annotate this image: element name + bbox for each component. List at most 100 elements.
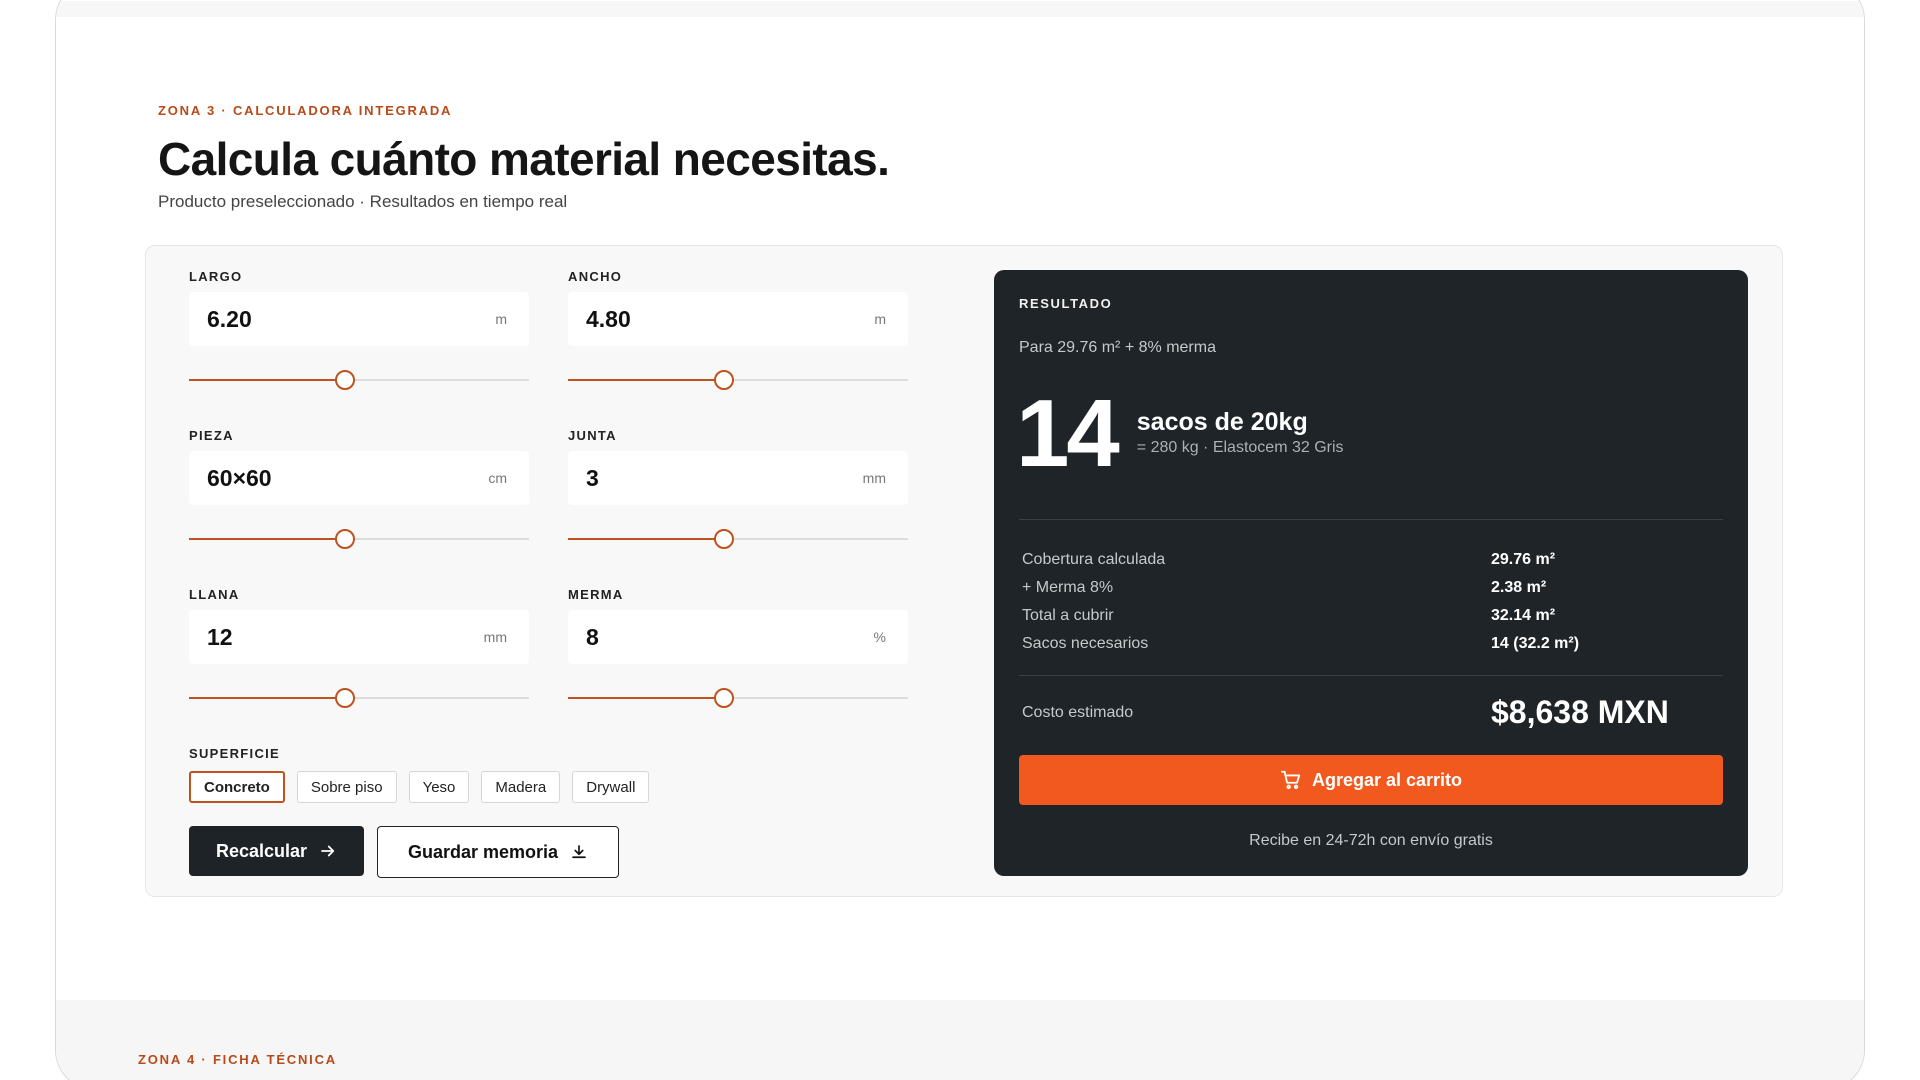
slider-fill	[568, 379, 725, 381]
slider-thumb[interactable]	[335, 529, 356, 549]
field-unit: m	[874, 311, 886, 327]
surface-chip-yeso[interactable]: Yeso	[408, 771, 470, 803]
calculator-card: LARGO 6.20 m ANCHO 4.80 m PIEZA 60×60 cm…	[145, 245, 1783, 897]
page-title: Calcula cuánto material necesitas.	[158, 133, 890, 185]
junta-slider[interactable]	[568, 528, 908, 550]
field-unit: %	[873, 629, 886, 645]
estimated-cost: Costo estimado $8,638 MXN	[1022, 694, 1723, 731]
surface-chip-drywall[interactable]: Drywall	[572, 771, 650, 803]
result-quantity: 14 sacos de 20kg = 280 kg · Elastocem 32…	[1016, 386, 1344, 482]
field-label: MERMA	[568, 587, 624, 602]
add-to-cart-button[interactable]: Agregar al carrito	[1019, 755, 1723, 805]
result-detail: = 280 kg · Elastocem 32 Gris	[1136, 439, 1344, 456]
slider-fill	[568, 538, 725, 540]
ancho-input[interactable]: 4.80 m	[568, 292, 908, 346]
field-pieza: PIEZA 60×60 cm	[189, 428, 529, 550]
download-icon	[572, 845, 586, 859]
slider-thumb[interactable]	[714, 688, 735, 708]
field-unit: mm	[862, 470, 886, 486]
page-subtitle: Producto preseleccionado · Resultados en…	[158, 192, 568, 211]
slider-thumb[interactable]	[335, 688, 356, 708]
result-divider	[1019, 675, 1723, 676]
ancho-slider[interactable]	[568, 369, 908, 391]
field-value: 60×60	[207, 464, 272, 491]
surface-chip-sobre-piso[interactable]: Sobre piso	[296, 771, 397, 803]
largo-slider[interactable]	[189, 369, 529, 391]
field-unit: mm	[483, 629, 507, 645]
llana-input[interactable]: 12 mm	[189, 610, 529, 664]
section-eyebrow: ZONA 3 · CALCULADORA INTEGRADA	[158, 103, 453, 118]
slider-thumb[interactable]	[714, 370, 735, 390]
slider-fill	[189, 379, 346, 381]
zone4-eyebrow: ZONA 4 · FICHA TÉCNICA	[138, 1052, 337, 1067]
result-number: 14	[1016, 380, 1120, 487]
zone4-band	[56, 1000, 1864, 1080]
llana-slider[interactable]	[189, 687, 529, 709]
zone3-header: ZONA 3 · CALCULADORA INTEGRADA Calcula c…	[158, 103, 890, 212]
recalculate-label: Recalcular	[215, 840, 308, 861]
breakdown-row: Sacos necesarios 14 (32.2 m²)	[1022, 630, 1723, 658]
breakdown-key: Sacos necesarios	[1022, 635, 1149, 652]
breakdown-key: Total a cubrir	[1022, 607, 1114, 624]
result-unit-block: sacos de 20kg = 280 kg · Elastocem 32 Gr…	[1137, 408, 1344, 457]
field-label: ANCHO	[568, 269, 623, 284]
slider-thumb[interactable]	[714, 529, 735, 549]
arrow-right-icon	[321, 845, 335, 857]
breakdown-row: + Merma 8% 2.38 m²	[1022, 574, 1723, 602]
surface-selector: SUPERFICIE Concreto Sobre piso Yeso Made…	[189, 746, 650, 803]
slider-fill	[189, 538, 346, 540]
breakdown-row: Total a cubrir 32.14 m²	[1022, 602, 1723, 630]
breakdown-value: 32.14 m²	[1491, 607, 1556, 624]
result-basis: Para 29.76 m² + 8% merma	[1019, 339, 1216, 356]
breakdown-value: 2.38 m²	[1491, 579, 1547, 596]
surface-options: Concreto Sobre piso Yeso Madera Drywall	[189, 771, 650, 803]
field-ancho: ANCHO 4.80 m	[568, 269, 908, 391]
top-band	[56, 1, 1864, 17]
field-value: 6.20	[207, 305, 252, 332]
result-breakdown: Cobertura calculada 29.76 m² + Merma 8% …	[1022, 546, 1723, 658]
merma-slider[interactable]	[568, 687, 908, 709]
cart-icon	[1280, 770, 1301, 790]
slider-fill	[568, 697, 725, 699]
merma-input[interactable]: 8 %	[568, 610, 908, 664]
shipping-note: Recibe en 24-72h con envío gratis	[1249, 832, 1493, 849]
breakdown-key: Cobertura calculada	[1022, 551, 1166, 568]
result-unit: sacos de 20kg	[1136, 408, 1308, 436]
breakdown-value: 14 (32.2 m²)	[1491, 635, 1580, 652]
cost-label: Costo estimado	[1022, 703, 1134, 721]
result-divider	[1019, 519, 1723, 520]
field-unit: cm	[488, 470, 507, 486]
result-panel: RESULTADO Para 29.76 m² + 8% merma 14 sa…	[994, 270, 1748, 876]
slider-thumb[interactable]	[335, 370, 356, 390]
breakdown-value: 29.76 m²	[1491, 551, 1556, 568]
field-label: JUNTA	[568, 428, 617, 443]
cost-value: $8,638 MXN	[1491, 694, 1669, 730]
calculator-actions: Recalcular Guardar memoria	[189, 826, 619, 878]
add-to-cart-label: Agregar al carrito	[1311, 769, 1463, 790]
field-value: 4.80	[586, 305, 631, 332]
junta-input[interactable]: 3 mm	[568, 451, 908, 505]
page-frame: ZONA 3 · CALCULADORA INTEGRADA Calcula c…	[55, 0, 1865, 1080]
largo-input[interactable]: 6.20 m	[189, 292, 529, 346]
recalculate-button[interactable]: Recalcular	[189, 826, 364, 876]
save-memory-label: Guardar memoria	[407, 841, 559, 862]
pieza-input[interactable]: 60×60 cm	[189, 451, 529, 505]
field-merma: MERMA 8 %	[568, 587, 908, 709]
result-eyebrow: RESULTADO	[1019, 296, 1113, 311]
breakdown-row: Cobertura calculada 29.76 m²	[1022, 546, 1723, 574]
field-junta: JUNTA 3 mm	[568, 428, 908, 550]
field-label: LARGO	[189, 269, 243, 284]
field-value: 3	[586, 464, 599, 491]
breakdown-key: + Merma 8%	[1022, 579, 1114, 596]
field-unit: m	[495, 311, 507, 327]
save-memory-button[interactable]: Guardar memoria	[377, 826, 619, 878]
field-largo: LARGO 6.20 m	[189, 269, 529, 391]
field-llana: LLANA 12 mm	[189, 587, 529, 709]
field-value: 8	[586, 623, 599, 650]
surface-chip-concreto[interactable]: Concreto	[189, 771, 285, 803]
pieza-slider[interactable]	[189, 528, 529, 550]
field-label: PIEZA	[189, 428, 234, 443]
field-label: LLANA	[189, 587, 240, 602]
surface-chip-madera[interactable]: Madera	[481, 771, 561, 803]
slider-fill	[189, 697, 346, 699]
